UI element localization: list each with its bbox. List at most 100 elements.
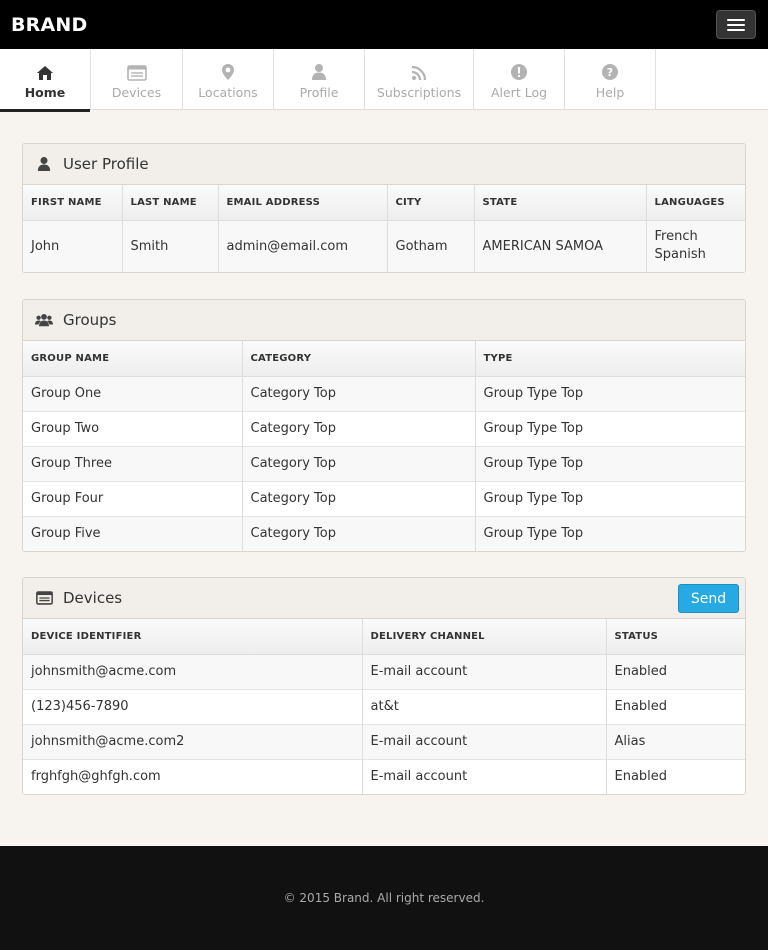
tab-devices[interactable]: Devices — [91, 49, 183, 110]
devices-table: DEVICE IDENTIFIER DELIVERY CHANNEL STATU… — [23, 619, 745, 794]
device-identifier-cell: johnsmith@acme.com — [23, 654, 363, 689]
category-cell: Category Top — [242, 376, 476, 411]
device-identifier-cell: johnsmith@acme.com2 — [23, 723, 363, 759]
delivery-channel-cell: E-mail account — [362, 654, 607, 689]
tab-subscriptions[interactable]: Subscriptions — [365, 49, 474, 110]
groups-panel: Groups GROUP NAME CATEGORY TYPE Group On… — [22, 299, 746, 552]
table-row[interactable]: (123)456-7890 at&t Enabled — [23, 688, 745, 724]
category-cell: Category Top — [242, 410, 476, 446]
last-name-cell: Smith — [122, 220, 219, 272]
user-icon — [35, 156, 53, 172]
delivery-channel-cell: E-mail account — [362, 723, 607, 759]
category-cell: Category Top — [242, 480, 476, 516]
home-icon — [36, 59, 54, 81]
hamburger-bar — [727, 28, 745, 31]
type-cell: Group Type Top — [475, 480, 745, 516]
status-cell: Enabled — [606, 688, 745, 724]
column-header[interactable]: CITY — [387, 185, 475, 221]
groups-table: GROUP NAME CATEGORY TYPE Group One Categ… — [23, 341, 745, 551]
column-header[interactable]: EMAIL ADDRESS — [218, 185, 388, 221]
category-cell: Category Top — [242, 445, 476, 481]
tab-home[interactable]: Home — [0, 49, 91, 112]
language-item: French — [654, 229, 698, 245]
column-header[interactable]: LAST NAME — [122, 185, 219, 221]
tab-locations[interactable]: Locations — [183, 49, 274, 110]
tab-profile[interactable]: Profile — [274, 49, 365, 110]
map-marker-icon — [221, 59, 235, 81]
table-header-row: GROUP NAME CATEGORY TYPE — [23, 341, 745, 377]
group-name-cell: Group Five — [23, 515, 243, 551]
column-header[interactable]: TYPE — [475, 341, 745, 377]
hamburger-bar — [727, 18, 745, 21]
panel-title: Devices — [63, 589, 123, 607]
rss-icon — [411, 59, 427, 81]
languages-cell: French Spanish — [646, 220, 745, 272]
delivery-channel-cell: at&t — [362, 688, 607, 724]
panel-title: User Profile — [63, 155, 149, 173]
status-cell: Enabled — [606, 654, 745, 689]
tab-label: Profile — [299, 85, 339, 100]
brand-logo[interactable]: BRAND — [11, 14, 88, 36]
table-row[interactable]: frghfgh@ghfgh.com E-mail account Enabled — [23, 758, 745, 794]
tab-label: Alert Log — [490, 85, 548, 100]
send-button[interactable]: Send — [678, 584, 739, 613]
table-row[interactable]: Group Three Category Top Group Type Top — [23, 445, 745, 481]
language-item: Spanish — [654, 247, 706, 263]
tab-help[interactable]: ? Help — [565, 49, 656, 110]
device-identifier-cell: (123)456-7890 — [23, 688, 363, 724]
state-cell: AMERICAN SAMOA — [474, 220, 647, 272]
tab-label: Locations — [198, 85, 258, 100]
table-row[interactable]: Group Two Category Top Group Type Top — [23, 410, 745, 446]
column-header[interactable]: CATEGORY — [242, 341, 476, 377]
table-header-row: FIRST NAME LAST NAME EMAIL ADDRESS CITY … — [23, 185, 745, 221]
table-row: John Smith admin@email.com Gotham AMERIC… — [23, 220, 745, 272]
delivery-channel-cell: E-mail account — [362, 758, 607, 794]
copyright-text: © 2015 Brand. All right reserved. — [283, 891, 485, 905]
group-name-cell: Group One — [23, 376, 243, 411]
group-name-cell: Group Three — [23, 445, 243, 481]
column-header[interactable]: DELIVERY CHANNEL — [362, 619, 607, 655]
users-group-icon — [35, 312, 53, 328]
panel-header: User Profile — [23, 144, 745, 185]
type-cell: Group Type Top — [475, 515, 745, 551]
group-name-cell: Group Two — [23, 410, 243, 446]
column-header[interactable]: FIRST NAME — [23, 185, 123, 221]
city-cell: Gotham — [387, 220, 475, 272]
top-navbar: BRAND — [0, 0, 768, 49]
devices-panel: Devices Send DEVICE IDENTIFIER DELIVERY … — [22, 577, 746, 795]
user-profile-panel: User Profile FIRST NAME LAST NAME EMAIL … — [22, 143, 746, 273]
column-header[interactable]: GROUP NAME — [23, 341, 243, 377]
panel-header: Devices Send — [23, 578, 745, 619]
email-cell: admin@email.com — [218, 220, 388, 272]
user-profile-table: FIRST NAME LAST NAME EMAIL ADDRESS CITY … — [23, 185, 745, 272]
tab-label: Help — [595, 85, 625, 100]
table-row[interactable]: johnsmith@acme.com2 E-mail account Alias — [23, 723, 745, 759]
svg-text:?: ? — [607, 66, 613, 79]
tab-label: Home — [24, 85, 66, 100]
table-row[interactable]: johnsmith@acme.com E-mail account Enable… — [23, 654, 745, 689]
alert-icon — [510, 59, 528, 81]
column-header[interactable]: STATUS — [606, 619, 745, 655]
panel-title: Groups — [63, 311, 117, 329]
first-name-cell: John — [23, 220, 123, 272]
column-header[interactable]: DEVICE IDENTIFIER — [23, 619, 363, 655]
devices-icon — [35, 591, 53, 605]
device-identifier-cell: frghfgh@ghfgh.com — [23, 758, 363, 794]
menu-toggle-button[interactable] — [716, 10, 756, 39]
tab-label: Subscriptions — [376, 85, 462, 100]
devices-icon — [126, 59, 147, 81]
tab-label: Devices — [111, 85, 162, 100]
status-cell: Enabled — [606, 758, 745, 794]
table-row[interactable]: Group Four Category Top Group Type Top — [23, 480, 745, 516]
table-row[interactable]: Group One Category Top Group Type Top — [23, 376, 745, 411]
tab-alert-log[interactable]: Alert Log — [474, 49, 565, 110]
table-row[interactable]: Group Five Category Top Group Type Top — [23, 515, 745, 551]
column-header[interactable]: STATE — [474, 185, 647, 221]
hamburger-bar — [727, 23, 745, 26]
page-footer: © 2015 Brand. All right reserved. — [0, 846, 768, 950]
status-cell: Alias — [606, 723, 745, 759]
help-icon: ? — [601, 59, 619, 81]
group-name-cell: Group Four — [23, 480, 243, 516]
main-tabs: Home Devices Locations Profile Subscript… — [0, 49, 768, 112]
column-header[interactable]: LANGUAGES — [646, 185, 745, 221]
